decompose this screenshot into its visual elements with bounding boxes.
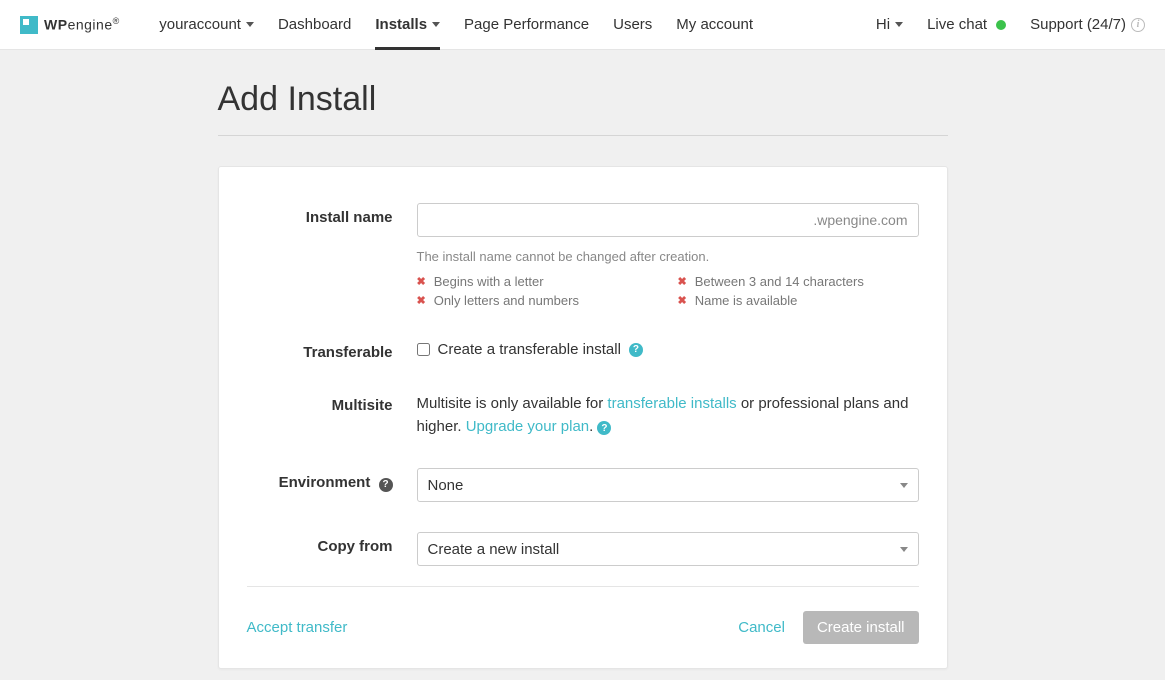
row-install-name: Install name .wpengine.com The install n… [247, 203, 919, 308]
caret-down-icon [900, 547, 908, 552]
transferable-checkbox-row[interactable]: Create a transferable install ? [417, 338, 919, 358]
nav-my-account[interactable]: My account [676, 0, 753, 50]
row-environment: Environment ? None [247, 468, 919, 502]
logo-mark-icon [20, 16, 38, 34]
x-icon: ✖ [678, 275, 687, 288]
accept-transfer-link[interactable]: Accept transfer [247, 619, 348, 636]
card-footer: Accept transfer Cancel Create install [247, 586, 919, 644]
nav-label: Page Performance [464, 0, 589, 50]
page: Add Install Install name .wpengine.com T… [0, 50, 1165, 669]
x-icon: ✖ [417, 294, 426, 307]
install-name-suffix: .wpengine.com [813, 212, 907, 228]
caret-down-icon [246, 22, 254, 27]
nav-users[interactable]: Users [613, 0, 652, 50]
transferable-checkbox[interactable] [417, 343, 430, 356]
logo[interactable]: WPengine® [20, 16, 119, 34]
transferable-checkbox-label: Create a transferable install [438, 341, 621, 358]
account-dropdown[interactable]: youraccount [159, 0, 254, 50]
label-transferable: Transferable [247, 338, 417, 361]
nav-installs[interactable]: Installs [375, 0, 440, 50]
upgrade-plan-link[interactable]: Upgrade your plan [466, 418, 589, 435]
multisite-text: Multisite is only available for transfer… [417, 391, 919, 438]
status-online-icon [996, 20, 1006, 30]
page-title: Add Install [218, 80, 948, 119]
copy-from-select[interactable]: Create a new install [417, 532, 919, 566]
top-nav: WPengine® youraccount Dashboard Installs… [0, 0, 1165, 50]
caret-down-icon [900, 483, 908, 488]
install-name-input[interactable] [428, 212, 814, 228]
help-icon[interactable]: ? [629, 343, 643, 357]
help-icon[interactable]: ? [597, 421, 611, 435]
x-icon: ✖ [678, 294, 687, 307]
support-link[interactable]: Support (24/7) i [1030, 0, 1145, 50]
caret-down-icon [895, 22, 903, 27]
validation-letters-numbers: ✖ Only letters and numbers [417, 293, 658, 308]
support-label: Support (24/7) [1030, 0, 1126, 50]
validation-grid: ✖ Begins with a letter ✖ Between 3 and 1… [417, 274, 919, 308]
account-label: youraccount [159, 0, 241, 50]
caret-down-icon [432, 22, 440, 27]
environment-select[interactable]: None [417, 468, 919, 502]
hi-label: Hi [876, 0, 890, 50]
nav-label: Dashboard [278, 0, 351, 50]
nav-label: Users [613, 0, 652, 50]
validation-available: ✖ Name is available [678, 293, 919, 308]
create-install-button[interactable]: Create install [803, 611, 919, 644]
help-icon[interactable]: ? [379, 478, 393, 492]
validation-begins-letter: ✖ Begins with a letter [417, 274, 658, 289]
nav-left: youraccount Dashboard Installs Page Perf… [159, 0, 753, 50]
label-environment: Environment ? [247, 468, 417, 502]
live-chat-link[interactable]: Live chat [927, 0, 1006, 50]
row-multisite: Multisite Multisite is only available fo… [247, 391, 919, 438]
x-icon: ✖ [417, 275, 426, 288]
nav-label: Installs [375, 0, 427, 50]
user-dropdown[interactable]: Hi [876, 0, 903, 50]
install-name-hint: The install name cannot be changed after… [417, 249, 919, 264]
form-card: Install name .wpengine.com The install n… [218, 166, 948, 669]
row-transferable: Transferable Create a transferable insta… [247, 338, 919, 361]
nav-page-performance[interactable]: Page Performance [464, 0, 589, 50]
nav-dashboard[interactable]: Dashboard [278, 0, 351, 50]
row-copy-from: Copy from Create a new install [247, 532, 919, 566]
label-install-name: Install name [247, 203, 417, 308]
nav-right: Hi Live chat Support (24/7) i [876, 0, 1145, 50]
live-chat-label: Live chat [927, 0, 987, 50]
validation-length: ✖ Between 3 and 14 characters [678, 274, 919, 289]
cancel-button[interactable]: Cancel [738, 619, 785, 636]
label-copy-from: Copy from [247, 532, 417, 566]
copy-from-value: Create a new install [428, 541, 560, 558]
info-icon: i [1131, 18, 1145, 32]
logo-text: WPengine® [44, 16, 119, 33]
transferable-installs-link[interactable]: transferable installs [607, 395, 736, 412]
title-divider [218, 135, 948, 136]
nav-label: My account [676, 0, 753, 50]
install-name-input-wrap[interactable]: .wpengine.com [417, 203, 919, 237]
label-multisite: Multisite [247, 391, 417, 438]
environment-value: None [428, 477, 464, 494]
